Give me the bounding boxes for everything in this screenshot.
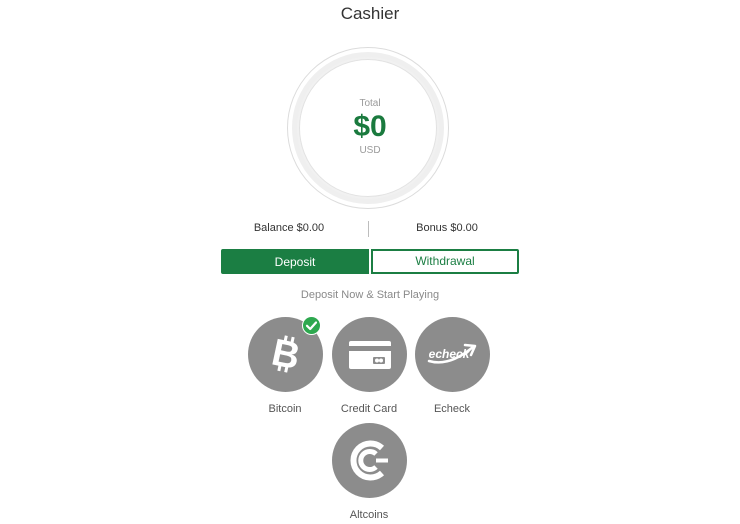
total-amount: $0 (353, 110, 387, 143)
balance-divider (368, 221, 369, 237)
tab-withdrawal[interactable]: Withdrawal (371, 249, 519, 274)
page-title: Cashier (340, 4, 400, 23)
credit-card-icon (348, 341, 391, 369)
cashier-page: Cashier Total $0 USD Balance $0.00 Bonus… (0, 0, 740, 524)
echeck-logo-text: echeck (428, 347, 470, 361)
method-echeck-circle[interactable]: echeck (414, 317, 490, 392)
method-bitcoin-circle[interactable]: B (247, 316, 323, 392)
balance-value: Balance $0.00 (253, 222, 325, 234)
total-label: Total (359, 98, 381, 109)
method-echeck-label: Echeck (433, 403, 471, 415)
method-altcoins-circle[interactable] (331, 423, 407, 498)
deposit-subtitle: Deposit Now & Start Playing (300, 289, 440, 301)
tab-deposit[interactable]: Deposit (221, 249, 369, 274)
method-altcoins[interactable]: Altcoins (319, 423, 419, 521)
method-echeck[interactable]: echeck Echeck (402, 317, 502, 415)
method-altcoins-label: Altcoins (349, 509, 389, 521)
altcoins-icon (350, 440, 388, 481)
bonus-value: Bonus $0.00 (416, 222, 478, 234)
balance-row: Balance $0.00 Bonus $0.00 (222, 221, 518, 237)
checkmark-icon (305, 321, 317, 331)
selected-check-icon (301, 316, 321, 335)
echeck-icon: echeck (427, 343, 476, 364)
total-currency: USD (359, 145, 381, 156)
method-credit-card-circle[interactable] (331, 317, 407, 392)
cashier-tabs: Deposit Withdrawal (221, 249, 519, 274)
